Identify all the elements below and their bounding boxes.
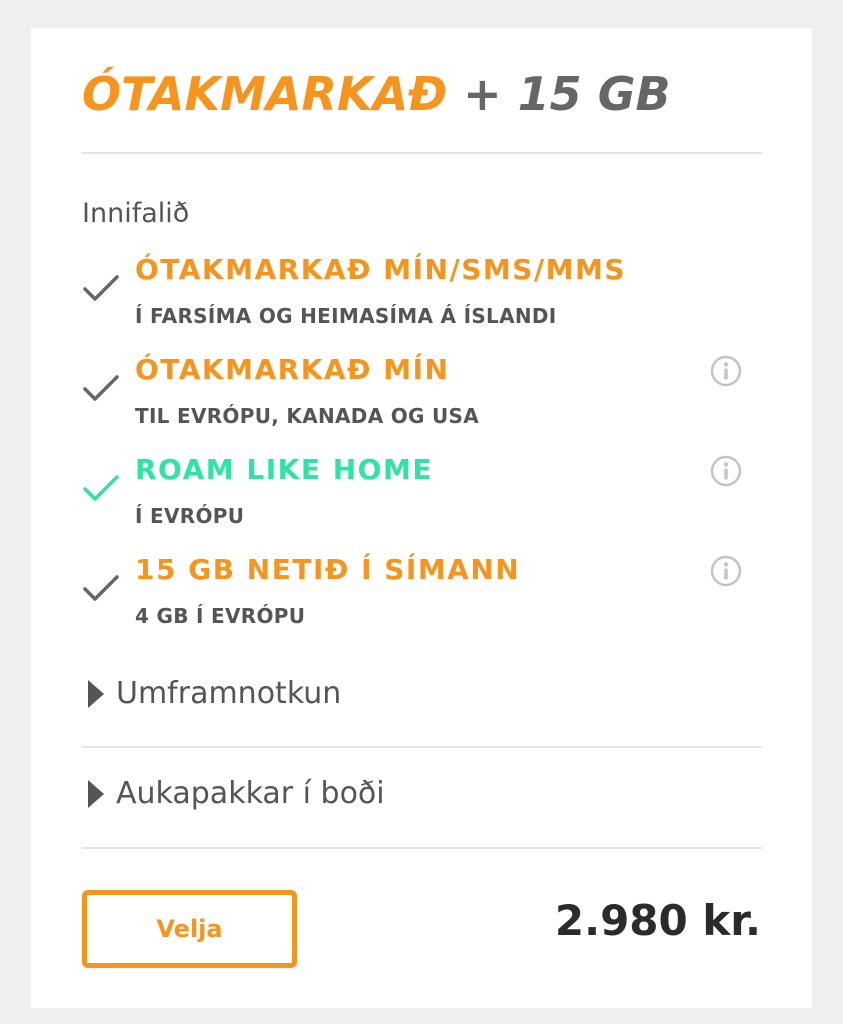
divider [82,746,762,748]
feature-subtitle: Í FARSÍMA OG HEIMASÍMA Á ÍSLANDI [135,304,557,328]
feature-subtitle: TIL EVRÓPU, KANADA OG USA [135,404,480,428]
plan-card: ÓTAKMARKAÐ + 15 GB Innifalið ÓTAKMARKAÐ … [31,28,812,1008]
addons-toggle[interactable]: Aukapakkar í boði [88,776,385,811]
plan-title-rest: + 15 GB [463,67,671,121]
price-label: 2.980 kr. [554,896,761,945]
overuse-label: Umframnotkun [116,676,342,711]
info-icon[interactable] [710,555,742,587]
feature-item-unlimited-min-sms-mms: ÓTAKMARKAÐ MÍN/SMS/MMS Í FARSÍMA OG HEIM… [82,252,762,342]
plan-title: ÓTAKMARKAÐ + 15 GB [82,66,671,122]
check-icon [83,575,119,601]
info-icon[interactable] [710,355,742,387]
check-icon [83,275,119,301]
caret-right-icon [88,679,104,708]
overuse-toggle[interactable]: Umframnotkun [88,676,341,711]
feature-subtitle: Í EVRÓPU [135,504,245,528]
feature-title: ÓTAKMARKAÐ MÍN [135,353,450,386]
check-icon [83,375,119,401]
feature-subtitle: 4 GB Í EVRÓPU [135,604,306,628]
addons-label: Aukapakkar í boði [116,776,385,811]
divider [82,847,762,849]
included-label: Innifalið [82,198,190,229]
divider [82,152,762,154]
info-icon[interactable] [710,455,742,487]
feature-title: ÓTAKMARKAÐ MÍN/SMS/MMS [135,253,627,286]
caret-right-icon [88,779,104,808]
select-button[interactable]: Velja [82,890,297,968]
check-icon [83,475,119,501]
plan-title-highlight: ÓTAKMARKAÐ [82,67,448,121]
feature-item-roam-like-home: ROAM LIKE HOME Í EVRÓPU [82,452,762,542]
feature-item-15gb-data: 15 GB NETIÐ Í SÍMANN 4 GB Í EVRÓPU [82,552,762,642]
feature-title: ROAM LIKE HOME [135,453,433,486]
feature-title: 15 GB NETIÐ Í SÍMANN [135,553,521,586]
feature-item-unlimited-min: ÓTAKMARKAÐ MÍN TIL EVRÓPU, KANADA OG USA [82,352,762,442]
